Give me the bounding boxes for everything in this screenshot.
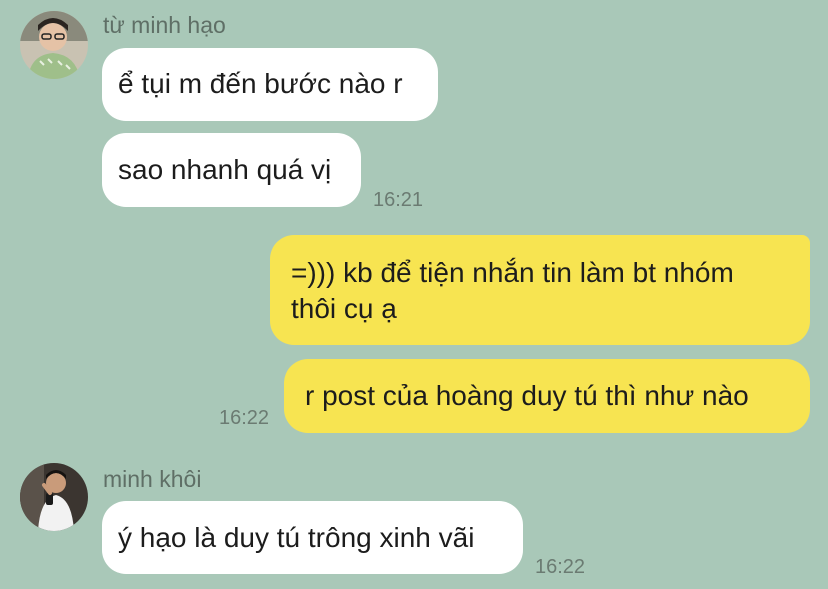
avatar-tu-minh-hao[interactable] bbox=[20, 11, 88, 79]
sender-name: từ minh hạo bbox=[103, 12, 226, 38]
avatar-minh-khoi[interactable] bbox=[20, 463, 88, 531]
message-timestamp: 16:22 bbox=[219, 407, 270, 429]
sender-name: minh khôi bbox=[103, 466, 202, 492]
message-text: ý hạo là duy tú trông xinh vãi bbox=[118, 522, 475, 553]
message-text: thôi cụ ạ bbox=[291, 293, 397, 324]
message-bubble[interactable]: ý hạo là duy tú trông xinh vãi bbox=[102, 501, 523, 574]
message-bubble-outgoing[interactable]: =))) kb để tiện nhắn tin làm bt nhóm thô… bbox=[270, 235, 810, 345]
message-text: sao nhanh quá vị bbox=[118, 154, 332, 185]
message-text: r post của hoàng duy tú thì như nào bbox=[305, 380, 749, 411]
message-bubble[interactable]: sao nhanh quá vị bbox=[102, 133, 361, 207]
message-timestamp: 16:21 bbox=[373, 189, 424, 211]
message-text: ể tụi m đến bước nào r bbox=[118, 68, 403, 99]
message-bubble-outgoing[interactable]: r post của hoàng duy tú thì như nào bbox=[284, 359, 810, 433]
message-timestamp: 16:22 bbox=[535, 556, 586, 578]
message-text: =))) kb để tiện nhắn tin làm bt nhóm bbox=[291, 257, 734, 288]
message-bubble[interactable]: ể tụi m đến bước nào r bbox=[102, 48, 438, 121]
